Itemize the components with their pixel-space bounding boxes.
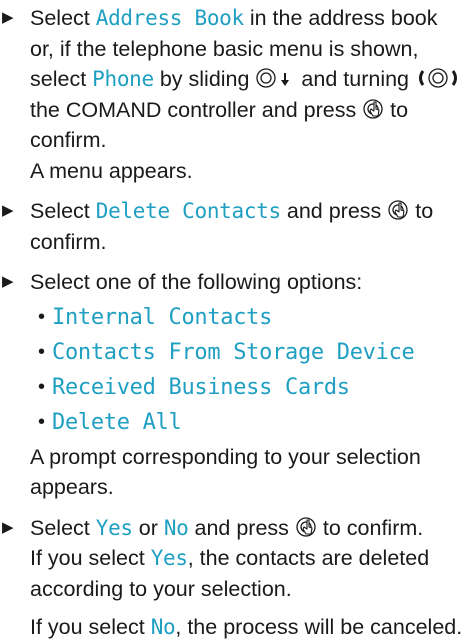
step-text: Select Delete Contacts and press to conf… <box>30 196 464 257</box>
ui-label: Phone <box>92 67 154 91</box>
text-run: If you select <box>30 615 151 639</box>
bullet-icon: • <box>38 375 46 398</box>
text-run: and turning <box>295 67 415 91</box>
step-arrow-icon: ▶ <box>2 9 14 26</box>
ui-label: Address Book <box>95 6 244 30</box>
bullet-icon: • <box>38 340 46 363</box>
turn-icon <box>418 68 457 88</box>
text-run: If you select <box>30 546 151 570</box>
options-list: • Internal Contacts • Contacts From Storage… <box>30 300 464 440</box>
bullet-icon: • <box>38 410 46 433</box>
option-label: Delete All <box>52 409 182 435</box>
text-run: or <box>132 515 164 540</box>
text-run: by sliding <box>153 67 256 91</box>
instruction-step: ▶ Select one of the following options: • In… <box>0 267 470 503</box>
option-item: • Internal Contacts <box>38 300 464 335</box>
step-arrow-icon: ▶ <box>2 273 14 290</box>
result-text: If you select No, the process will be ca… <box>30 612 464 643</box>
option-item: • Received Business Cards <box>38 370 464 405</box>
text-run: the COMAND controller and press <box>30 97 363 122</box>
text-run: Select one of the following options: <box>30 270 363 294</box>
instruction-document: ▶ Select Address Book in the address book… <box>0 3 470 643</box>
text-run: Select <box>30 6 96 30</box>
text-run: and press <box>188 515 295 540</box>
step-text: Select Yes or No and press to confirm. <box>30 513 464 544</box>
text-run: Select <box>30 199 96 223</box>
option-label: Received Business Cards <box>52 374 350 400</box>
step-arrow-icon: ▶ <box>2 518 14 536</box>
step-text: Select one of the following options: <box>30 267 464 298</box>
instruction-step: ▶ Select Yes or No and press to confirm. I… <box>0 513 470 643</box>
press-icon <box>363 98 383 119</box>
ui-label: No <box>163 515 189 540</box>
option-item: • Delete All <box>38 405 464 440</box>
press-icon <box>296 516 316 537</box>
instruction-step: ▶ Select Address Book in the address book… <box>0 3 470 186</box>
text-run: , the process will be can­celed. <box>175 615 463 639</box>
ui-label: Delete Contacts <box>95 199 281 223</box>
option-label: Contacts From Storage Device <box>52 339 415 365</box>
text-run: and press <box>280 199 388 223</box>
bullet-icon: • <box>38 305 46 328</box>
option-label: Internal Contacts <box>52 304 273 330</box>
text-run: Select <box>30 515 96 540</box>
ui-label: Yes <box>150 546 188 570</box>
instruction-step: ▶ Select Delete Contacts and press to con… <box>0 196 470 257</box>
step-text: Select Address Book in the address book … <box>30 3 464 156</box>
press-icon <box>388 200 408 220</box>
result-text: A menu appears. <box>30 158 193 183</box>
step-arrow-icon: ▶ <box>2 202 14 219</box>
result-text: If you select Yes, the contacts are dele… <box>30 543 464 604</box>
text-run: to confirm. <box>316 515 424 540</box>
option-item: • Contacts From Storage Device <box>38 335 464 370</box>
slide-down-icon <box>256 68 290 88</box>
ui-label: No <box>150 615 176 639</box>
ui-label: Yes <box>95 515 133 540</box>
result-text: A prompt corresponding to your selection… <box>30 444 421 500</box>
